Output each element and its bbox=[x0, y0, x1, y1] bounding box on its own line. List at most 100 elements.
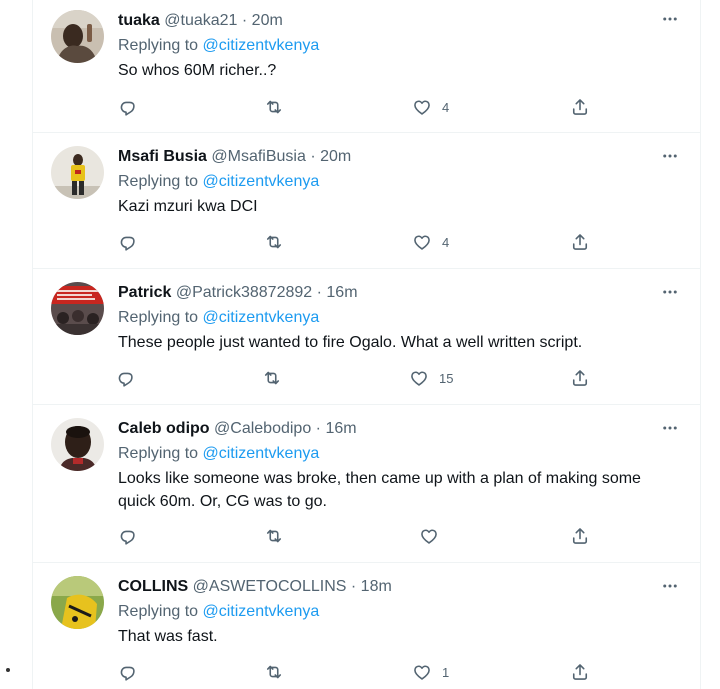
separator-dot: · bbox=[241, 12, 248, 29]
share-button[interactable] bbox=[570, 524, 590, 548]
more-options-icon[interactable] bbox=[660, 9, 680, 29]
reply-button[interactable] bbox=[118, 230, 138, 254]
replying-to: Replying to @citizentvkenya bbox=[118, 307, 319, 329]
retweet-icon bbox=[264, 662, 284, 682]
separator-dot: · bbox=[316, 284, 322, 301]
reply-button[interactable] bbox=[118, 524, 138, 548]
user-handle[interactable]: @tuaka21 bbox=[164, 12, 237, 29]
reply-button[interactable] bbox=[118, 660, 138, 684]
tweet-header: Msafi Busia @MsafiBusia · 20m bbox=[118, 147, 351, 167]
share-upload-icon bbox=[570, 97, 590, 117]
retweet-button[interactable] bbox=[264, 660, 284, 684]
like-count: 15 bbox=[439, 370, 454, 386]
separator-dot: · bbox=[315, 420, 321, 437]
reply-bubble-icon bbox=[118, 232, 138, 252]
reply-tweet[interactable]: Caleb odipo @Calebodipo · 16m Replying t… bbox=[33, 405, 700, 563]
timestamp[interactable]: 20m bbox=[252, 12, 283, 29]
replying-to-label: Replying to bbox=[118, 603, 199, 620]
reply-tweet[interactable]: tuaka @tuaka21 · 20m Replying to @citize… bbox=[33, 0, 700, 133]
tweet-text: Kazi mzuri kwa DCI bbox=[118, 198, 258, 215]
mention-link[interactable]: @citizentvkenya bbox=[203, 173, 320, 190]
display-name[interactable]: COLLINS bbox=[118, 578, 188, 595]
avatar[interactable] bbox=[51, 10, 104, 63]
user-handle[interactable]: @ASWETOCOLLINS bbox=[193, 578, 347, 595]
reply-button[interactable] bbox=[116, 366, 136, 390]
reply-tweet[interactable]: Patrick @Patrick38872892 · 16m Replying … bbox=[33, 269, 700, 405]
tweet-text: That was fast. bbox=[118, 628, 218, 645]
avatar[interactable] bbox=[51, 576, 104, 629]
share-button[interactable] bbox=[570, 660, 590, 684]
timestamp[interactable]: 20m bbox=[320, 148, 351, 165]
tweet-text: These people just wanted to fire Ogalo. … bbox=[118, 334, 583, 351]
like-button[interactable]: 4 bbox=[412, 95, 449, 119]
retweet-button[interactable] bbox=[264, 524, 284, 548]
reply-timeline: tuaka @tuaka21 · 20m Replying to @citize… bbox=[32, 0, 701, 689]
share-upload-icon bbox=[570, 526, 590, 546]
replying-to: Replying to @citizentvkenya bbox=[118, 601, 319, 623]
display-name[interactable]: Patrick bbox=[118, 284, 171, 301]
retweet-button[interactable] bbox=[264, 95, 284, 119]
like-button[interactable]: 15 bbox=[409, 366, 453, 390]
avatar[interactable] bbox=[51, 418, 104, 471]
user-handle[interactable]: @MsafiBusia bbox=[211, 148, 306, 165]
avatar[interactable] bbox=[51, 146, 104, 199]
retweet-icon bbox=[264, 232, 284, 252]
replying-to-label: Replying to bbox=[118, 173, 199, 190]
replying-to: Replying to @citizentvkenya bbox=[118, 171, 319, 193]
heart-icon bbox=[409, 368, 429, 388]
share-button[interactable] bbox=[570, 230, 590, 254]
more-options-icon[interactable] bbox=[660, 418, 680, 438]
heart-icon bbox=[412, 662, 432, 682]
mention-link[interactable]: @citizentvkenya bbox=[203, 603, 320, 620]
like-count: 4 bbox=[442, 234, 450, 250]
user-handle[interactable]: @Patrick38872892 bbox=[176, 284, 312, 301]
like-button[interactable]: 1 bbox=[412, 660, 449, 684]
like-button[interactable] bbox=[419, 524, 449, 548]
share-upload-icon bbox=[570, 368, 590, 388]
tweet-actions: 4 bbox=[118, 95, 598, 119]
tweet-header: Patrick @Patrick38872892 · 16m bbox=[118, 283, 358, 303]
reply-tweet[interactable]: COLLINS @ASWETOCOLLINS · 18m Replying to… bbox=[33, 563, 700, 689]
display-name[interactable]: Msafi Busia bbox=[118, 148, 207, 165]
mention-link[interactable]: @citizentvkenya bbox=[203, 309, 320, 326]
mention-link[interactable]: @citizentvkenya bbox=[203, 445, 320, 462]
more-options-icon[interactable] bbox=[660, 282, 680, 302]
like-button[interactable]: 4 bbox=[412, 230, 449, 254]
display-name[interactable]: tuaka bbox=[118, 12, 160, 29]
tweet-header: Caleb odipo @Calebodipo · 16m bbox=[118, 419, 357, 439]
reply-bubble-icon bbox=[118, 526, 138, 546]
display-name[interactable]: Caleb odipo bbox=[118, 420, 210, 437]
page-edge-dot bbox=[6, 668, 10, 672]
share-button[interactable] bbox=[570, 95, 590, 119]
share-button[interactable] bbox=[570, 366, 590, 390]
tweet-header: COLLINS @ASWETOCOLLINS · 18m bbox=[118, 577, 392, 597]
retweet-button[interactable] bbox=[262, 366, 282, 390]
replying-to: Replying to @citizentvkenya bbox=[118, 443, 319, 465]
replying-to-label: Replying to bbox=[118, 37, 199, 54]
more-options-icon[interactable] bbox=[660, 146, 680, 166]
tweet-header: tuaka @tuaka21 · 20m bbox=[118, 11, 283, 31]
timestamp[interactable]: 18m bbox=[361, 578, 392, 595]
more-options-icon[interactable] bbox=[660, 576, 680, 596]
timestamp[interactable]: 16m bbox=[325, 420, 356, 437]
reply-button[interactable] bbox=[118, 95, 138, 119]
like-count: 1 bbox=[442, 664, 450, 680]
reply-tweet[interactable]: Msafi Busia @MsafiBusia · 20m Replying t… bbox=[33, 133, 700, 269]
tweet-text: So whos 60M richer..? bbox=[118, 62, 277, 79]
timestamp[interactable]: 16m bbox=[326, 284, 357, 301]
user-handle[interactable]: @Calebodipo bbox=[214, 420, 311, 437]
reply-bubble-icon bbox=[116, 368, 136, 388]
retweet-icon bbox=[262, 368, 282, 388]
reply-bubble-icon bbox=[118, 662, 138, 682]
avatar[interactable] bbox=[51, 282, 104, 335]
share-upload-icon bbox=[570, 232, 590, 252]
reply-bubble-icon bbox=[118, 97, 138, 117]
tweet-actions bbox=[118, 524, 598, 548]
retweet-button[interactable] bbox=[264, 230, 284, 254]
heart-icon bbox=[419, 526, 439, 546]
tweet-actions: 1 bbox=[118, 660, 598, 684]
mention-link[interactable]: @citizentvkenya bbox=[203, 37, 320, 54]
like-count: 4 bbox=[442, 99, 450, 115]
retweet-icon bbox=[264, 97, 284, 117]
separator-dot: · bbox=[310, 148, 316, 165]
